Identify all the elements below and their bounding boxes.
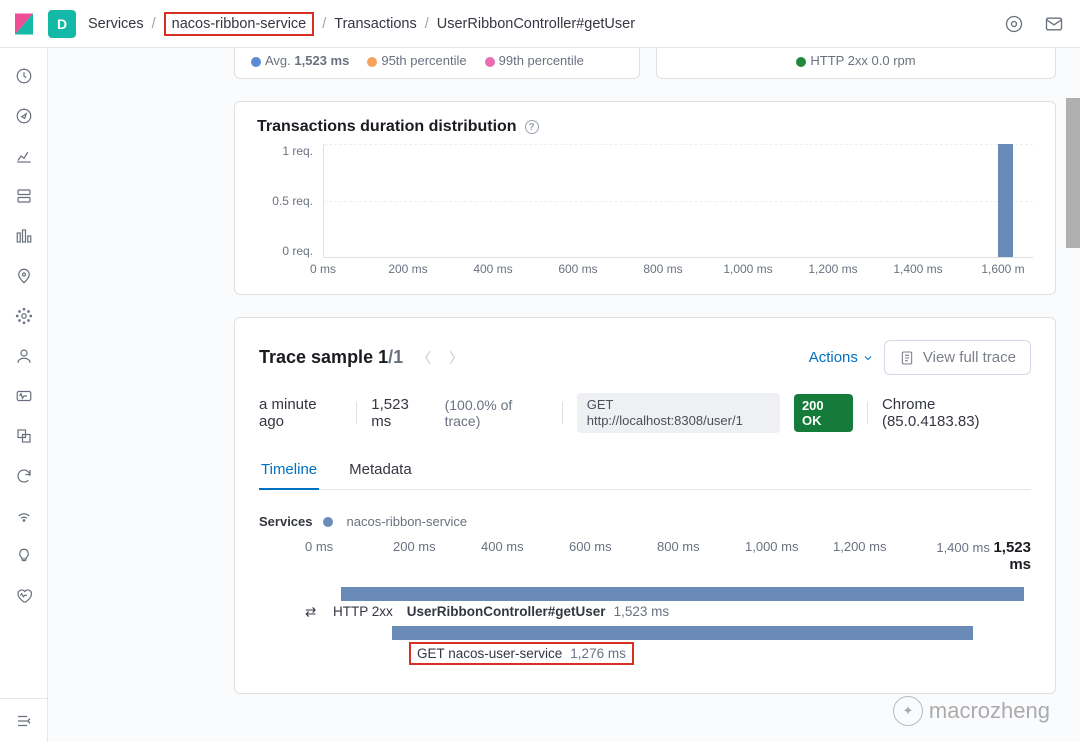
trace-timestamp: a minute ago [259, 396, 342, 430]
sidebar-metrics-icon[interactable] [12, 224, 36, 248]
topbar: D Services / nacos-ribbon-service / Tran… [0, 0, 1080, 48]
dist-title: Transactions duration distribution [257, 118, 517, 136]
space-badge[interactable]: D [48, 10, 76, 38]
crumb-sep: / [322, 16, 326, 32]
distribution-chart: 1 req. 0.5 req. 0 req. 0 ms 200 ms 400 m… [257, 144, 1033, 284]
prev-sample-button[interactable]: 〈 [413, 348, 435, 368]
breadcrumb: Services / nacos-ribbon-service / Transa… [88, 12, 635, 36]
span-duration: 1,276 ms [570, 646, 626, 661]
crumb-service-name[interactable]: nacos-ribbon-service [172, 16, 307, 32]
sidebar-gear-dots-icon[interactable] [12, 304, 36, 328]
trace-status: 200 OK [794, 394, 853, 432]
kibana-logo [12, 12, 36, 36]
actions-dropdown[interactable]: Actions [809, 349, 874, 366]
crumb-transactions[interactable]: Transactions [334, 16, 416, 32]
avg-label: Avg. [265, 53, 291, 68]
view-full-trace-button[interactable]: View full trace [884, 340, 1031, 375]
crumb-sep: / [425, 16, 429, 32]
span-duration: 1,523 ms [614, 604, 670, 619]
sidebar [0, 48, 48, 742]
tab-timeline[interactable]: Timeline [259, 451, 319, 490]
transaction-icon: ⇄ [305, 604, 319, 620]
trace-user-agent: Chrome (85.0.4183.83) [882, 396, 1031, 430]
service-name: nacos-ribbon-service [347, 514, 468, 529]
throughput-legend: HTTP 2xx 0.0 rpm [656, 48, 1056, 79]
sidebar-location-icon[interactable] [12, 264, 36, 288]
crumb-transaction-name[interactable]: UserRibbonController#getUser [437, 16, 635, 32]
chevron-down-icon [862, 352, 874, 364]
sidebar-bulb-icon[interactable] [12, 544, 36, 568]
latency-legend: Avg. 1,523 ms 95th percentile 99th perce… [234, 48, 640, 79]
timeline-ticks: 0 ms 200 ms 400 ms 600 ms 800 ms 1,000 m… [259, 539, 1031, 573]
sidebar-refresh-icon[interactable] [12, 464, 36, 488]
sidebar-wifi-icon[interactable] [12, 504, 36, 528]
main-content: Avg. 1,523 ms 95th percentile 99th perce… [48, 48, 1080, 742]
sidebar-layers-icon[interactable] [12, 424, 36, 448]
scrollbar[interactable] [1066, 98, 1080, 248]
span-bar[interactable] [392, 626, 973, 640]
trace-percent: (100.0% of trace) [445, 397, 548, 429]
trace-duration: 1,523 ms [371, 396, 430, 430]
services-label: Services [259, 514, 313, 529]
wechat-icon: ✦ [893, 696, 923, 726]
sidebar-db-icon[interactable] [12, 184, 36, 208]
sidebar-compass-icon[interactable] [12, 104, 36, 128]
help-icon[interactable] [1000, 10, 1028, 38]
next-sample-button[interactable]: 〉 [445, 348, 467, 368]
span-name: UserRibbonController#getUser [407, 604, 606, 619]
span-badge: HTTP 2xx [327, 603, 399, 620]
waterfall: ⇄ HTTP 2xx UserRibbonController#getUser … [259, 587, 1031, 665]
watermark: ✦ macrozheng [893, 696, 1050, 726]
trace-sample-panel: Trace sample 1/1 〈 〉 Actions View full t… [234, 317, 1056, 694]
service-dot-icon [323, 517, 333, 527]
sidebar-user-icon[interactable] [12, 344, 36, 368]
crumb-services[interactable]: Services [88, 16, 144, 32]
span-name: GET nacos-user-service [417, 646, 562, 661]
collapse-sidebar-button[interactable] [0, 698, 48, 742]
sidebar-heart-icon[interactable] [12, 584, 36, 608]
distribution-panel: Transactions duration distribution ? 1 r… [234, 101, 1056, 295]
document-icon [899, 350, 915, 366]
sidebar-recent-icon[interactable] [12, 64, 36, 88]
mail-icon[interactable] [1040, 10, 1068, 38]
help-icon[interactable]: ? [525, 120, 539, 134]
tab-metadata[interactable]: Metadata [347, 451, 414, 489]
dist-bar[interactable] [998, 144, 1014, 257]
span-bar[interactable] [341, 587, 1023, 601]
crumb-sep: / [152, 16, 156, 32]
sidebar-chart-icon[interactable] [12, 144, 36, 168]
trace-request: GET http://localhost:8308/user/1 [577, 393, 780, 433]
sidebar-pulse-icon[interactable] [12, 384, 36, 408]
trace-tabs: Timeline Metadata [259, 451, 1031, 490]
collapse-icon [15, 712, 33, 730]
